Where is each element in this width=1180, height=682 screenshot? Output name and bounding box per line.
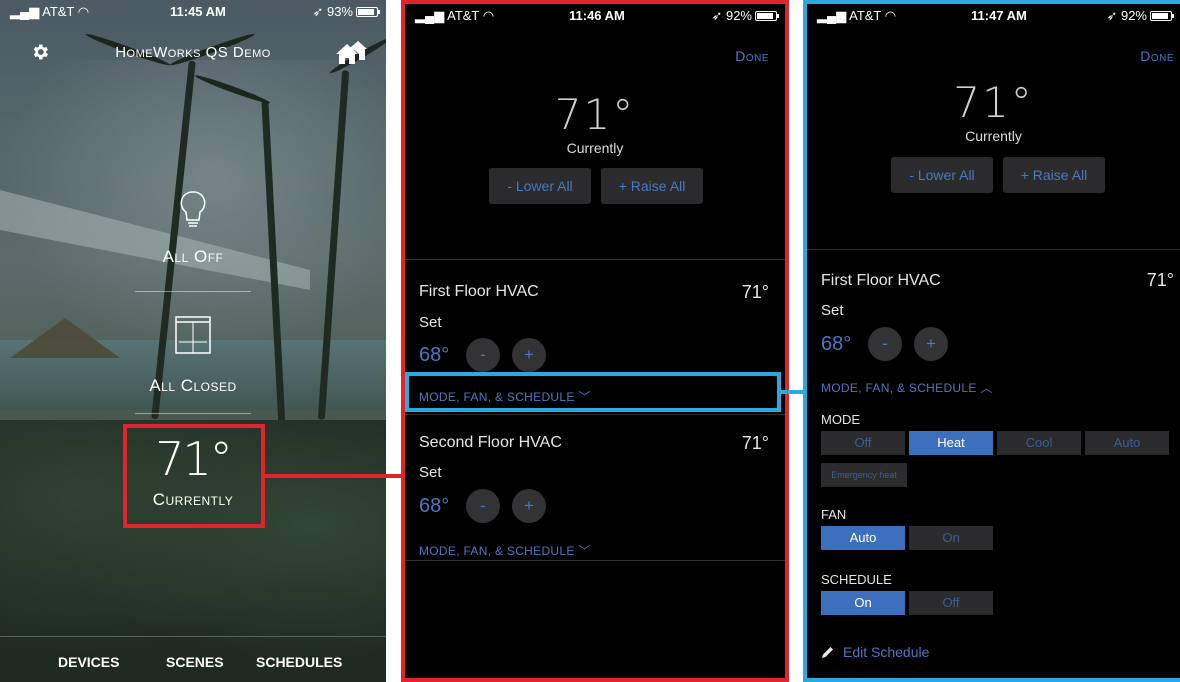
chevron-up-icon: ︿ xyxy=(980,381,993,395)
divider xyxy=(405,560,785,561)
setpoint-value: 68° xyxy=(821,333,852,355)
fan-on-button[interactable]: On xyxy=(909,526,993,550)
schedule-label: SCHEDULE xyxy=(821,572,892,587)
raise-all-button[interactable]: + Raise All xyxy=(1003,157,1105,193)
divider xyxy=(405,414,785,415)
zone-temperature: 71° xyxy=(741,282,769,302)
battery-icon xyxy=(1150,11,1174,21)
edit-schedule-link[interactable]: Edit Schedule xyxy=(821,644,929,660)
homes-icon[interactable] xyxy=(334,40,368,66)
setpoint-value: 68° xyxy=(419,344,450,366)
zone-name: First Floor HVAC xyxy=(821,272,941,289)
done-button[interactable]: Done xyxy=(735,48,769,64)
mode-auto-button[interactable]: Auto xyxy=(1085,431,1169,455)
current-temperature: 71° xyxy=(554,90,636,139)
clock: 11:46 AM xyxy=(569,8,625,23)
mode-fan-schedule-link[interactable]: MODE, FAN, & SCHEDULE ﹀ xyxy=(419,542,591,559)
battery-status: ➶ 93% xyxy=(312,4,380,20)
highlight-box xyxy=(405,372,781,412)
lower-all-button[interactable]: - Lower All xyxy=(891,157,993,193)
currently-label: Currently xyxy=(965,128,1022,144)
mode-cool-button[interactable]: Cool xyxy=(997,431,1081,455)
climate-screen: ▂▄▆ AT&T ◠ 11:46 AM ➶ 92% Done 71° Curre… xyxy=(401,0,789,682)
tab-bar: DEVICES SCENES SCHEDULES xyxy=(0,636,386,682)
set-label: Set xyxy=(419,314,442,331)
tab-schedules[interactable]: SCHEDULES xyxy=(256,654,342,670)
lower-all-button[interactable]: - Lower All xyxy=(489,168,591,204)
all-closed-label: All Closed xyxy=(149,376,237,395)
set-label: Set xyxy=(821,302,844,319)
divider xyxy=(135,291,251,292)
window-shade-icon xyxy=(175,316,211,354)
all-off-label: All Off xyxy=(162,247,224,266)
pencil-icon xyxy=(822,647,833,658)
decrease-setpoint-button[interactable]: - xyxy=(466,338,500,372)
battery-icon xyxy=(356,7,380,17)
carrier-label: ▂▄▆ AT&T ◠ xyxy=(415,8,495,23)
fan-auto-button[interactable]: Auto xyxy=(821,526,905,550)
raise-all-button[interactable]: + Raise All xyxy=(601,168,703,204)
highlight-connector xyxy=(781,390,805,394)
increase-setpoint-button[interactable]: + xyxy=(914,327,948,361)
zone-name: Second Floor HVAC xyxy=(419,434,562,451)
tab-devices[interactable]: DEVICES xyxy=(58,654,119,670)
divider xyxy=(807,249,1180,250)
status-bar: ▂▄▆ AT&T ◠ 11:47 AM ➶ 92% xyxy=(807,4,1180,26)
status-bar: ▂▄▆ AT&T ◠ 11:45 AM ➶ 93% xyxy=(0,0,386,22)
increase-setpoint-button[interactable]: + xyxy=(512,489,546,523)
decrease-setpoint-button[interactable]: - xyxy=(868,327,902,361)
increase-setpoint-button[interactable]: + xyxy=(512,338,546,372)
emergency-heat-button[interactable]: Emergency heat xyxy=(821,463,907,487)
zone-name: First Floor HVAC xyxy=(419,283,539,300)
setpoint-value: 68° xyxy=(419,495,450,517)
clock: 11:45 AM xyxy=(170,4,226,19)
carrier-label: ▂▄▆ AT&T ◠ xyxy=(10,4,90,19)
battery-icon xyxy=(755,11,779,21)
all-closed-button[interactable]: All Closed xyxy=(0,315,386,396)
currently-label: Currently xyxy=(566,140,624,156)
battery-status: ➶ 92% xyxy=(1106,8,1174,24)
mode-heat-button[interactable]: Heat xyxy=(909,431,993,455)
set-label: Set xyxy=(419,464,442,481)
decrease-setpoint-button[interactable]: - xyxy=(466,489,500,523)
fan-label: FAN xyxy=(821,507,847,522)
mode-fan-schedule-link[interactable]: MODE, FAN, & SCHEDULE ︿ xyxy=(821,379,993,396)
schedule-off-button[interactable]: Off xyxy=(909,591,993,615)
status-bar: ▂▄▆ AT&T ◠ 11:46 AM ➶ 92% xyxy=(405,4,785,26)
battery-status: ➶ 92% xyxy=(711,8,779,24)
light-bulb-icon xyxy=(180,191,206,227)
mode-off-button[interactable]: Off xyxy=(821,431,905,455)
divider xyxy=(405,259,785,260)
done-button[interactable]: Done xyxy=(1140,48,1174,64)
home-screen: ▂▄▆ AT&T ◠ 11:45 AM ➶ 93% HomeWorks QS D… xyxy=(0,0,386,682)
zone-temperature: 71° xyxy=(741,433,769,453)
zone-temperature: 71° xyxy=(1146,270,1174,290)
divider xyxy=(135,413,251,414)
mode-label: MODE xyxy=(821,412,860,427)
home-title: HomeWorks QS Demo xyxy=(115,44,271,61)
highlight-connector xyxy=(265,474,403,478)
highlight-box xyxy=(123,424,265,528)
climate-detail-screen: ▂▄▆ AT&T ◠ 11:47 AM ➶ 92% Done 71° Curre… xyxy=(803,0,1180,682)
schedule-on-button[interactable]: On xyxy=(821,591,905,615)
chevron-down-icon: ﹀ xyxy=(578,544,591,558)
carrier-label: ▂▄▆ AT&T ◠ xyxy=(817,8,897,23)
all-off-button[interactable]: All Off xyxy=(0,190,386,267)
tab-scenes[interactable]: SCENES xyxy=(166,654,224,670)
clock: 11:47 AM xyxy=(971,8,1027,23)
current-temperature: 71° xyxy=(953,78,1034,127)
